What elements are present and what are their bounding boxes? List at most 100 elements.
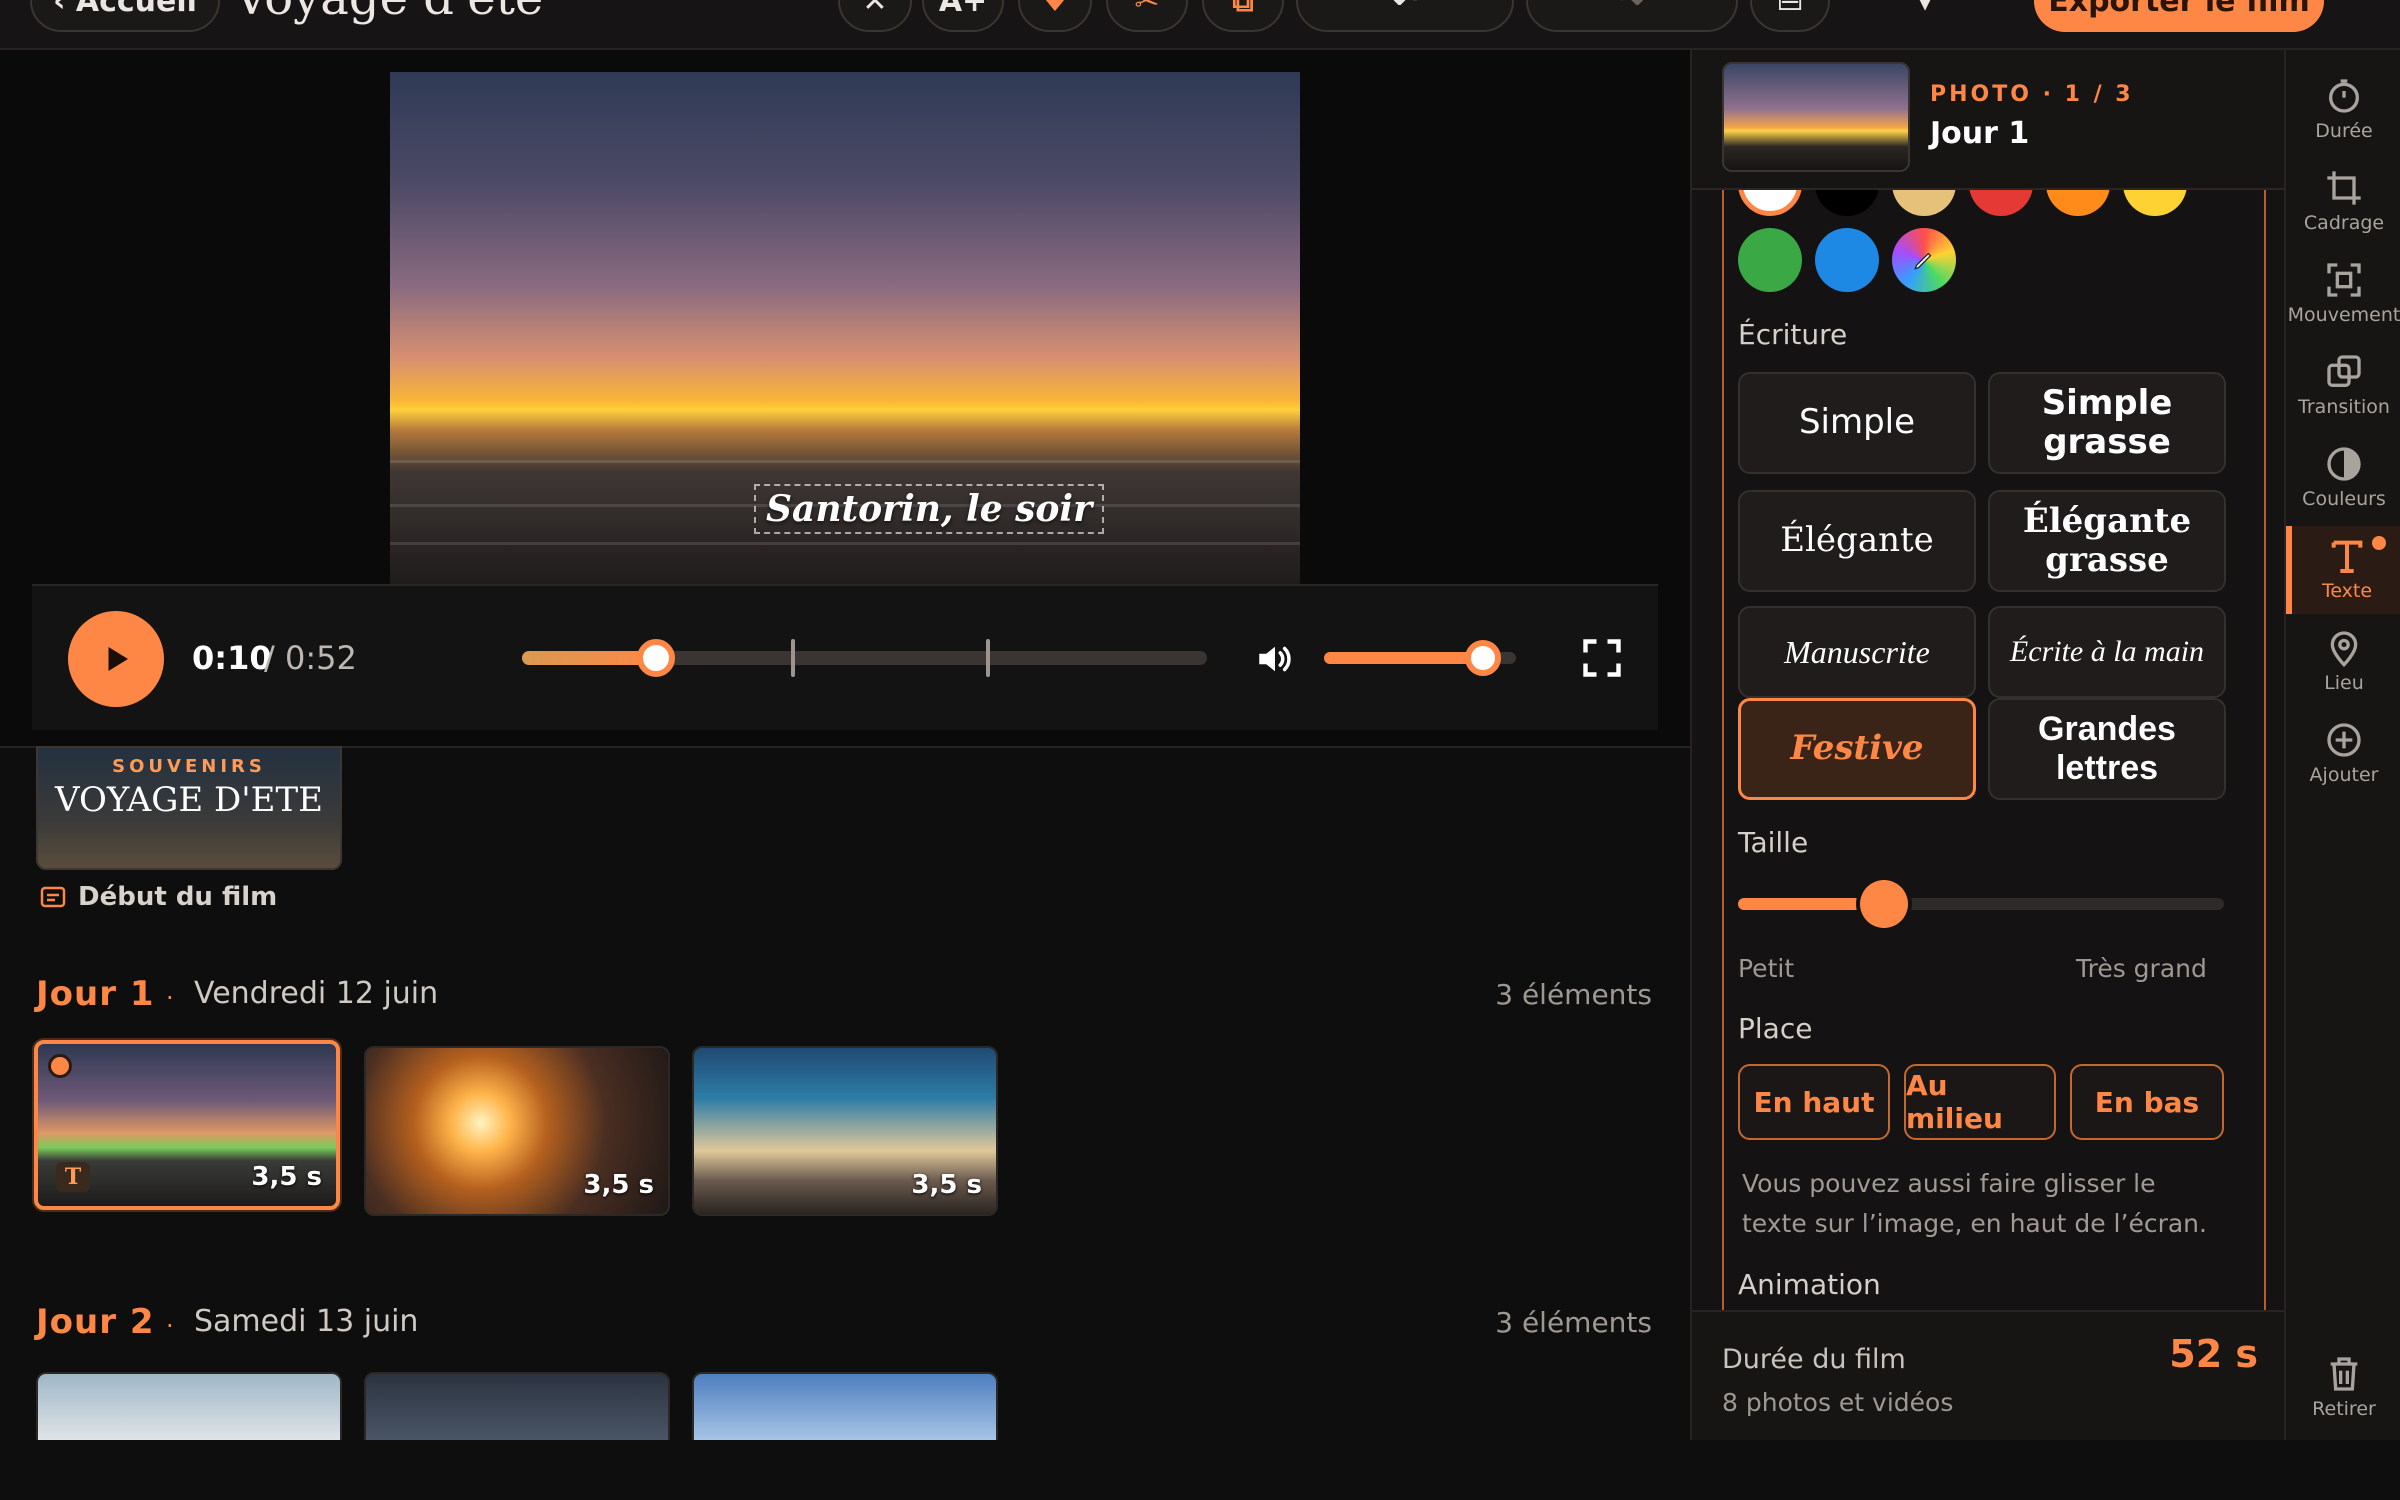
- play-icon: [108, 647, 128, 671]
- place-bottom-button[interactable]: En bas: [2070, 1064, 2224, 1140]
- font-handwritten[interactable]: Écrite à la main: [1988, 606, 2226, 698]
- project-title: Voyage d'été: [234, 0, 543, 26]
- map-pin-icon: [2330, 631, 2358, 668]
- copy-icon[interactable]: ⧉: [1202, 0, 1284, 32]
- video-stage: Santorin, le soir: [32, 72, 1658, 584]
- rail-location[interactable]: Lieu: [2286, 618, 2400, 706]
- contrast-icon: [2327, 447, 2361, 481]
- volume-icon[interactable]: [1254, 638, 1296, 680]
- progress-bar[interactable]: [522, 639, 1207, 677]
- day-header-2: Jour 2 · Samedi 13 juin 3 éléments: [36, 1302, 1652, 1350]
- scene-marker: [986, 639, 991, 677]
- day-date: Vendredi 12 juin: [194, 976, 439, 1011]
- color-swatch-black[interactable]: [1815, 190, 1879, 216]
- color-swatch-yellow[interactable]: [2123, 190, 2187, 216]
- font-simple[interactable]: Simple: [1738, 372, 1976, 474]
- place-label: Place: [1738, 1012, 1813, 1045]
- text-icon: [2331, 540, 2363, 573]
- preview-area: Santorin, le soir 0:10 / 0:52: [0, 50, 1690, 748]
- rail-add[interactable]: Ajouter: [2286, 710, 2400, 798]
- rail-crop[interactable]: Cadrage: [2286, 158, 2400, 246]
- top-bar: ‹ Accueil Voyage d'été ✕ A+ ♥ ✂ ⧉ ↶ ↷ 🗎 …: [0, 0, 2400, 50]
- font-elegant-bold[interactable]: Élégante grasse: [1988, 490, 2226, 592]
- rail-remove[interactable]: Retirer: [2286, 1344, 2400, 1432]
- media-thumb[interactable]: [36, 1372, 342, 1440]
- media-thumb-selected[interactable]: T 3,5 s: [34, 1040, 340, 1210]
- color-swatch-green[interactable]: [1738, 228, 1802, 292]
- rail-label: Cadrage: [2303, 212, 2385, 234]
- animation-label: Animation: [1738, 1268, 1881, 1301]
- plus-circle-icon: [2327, 723, 2361, 757]
- place-middle-button[interactable]: Au milieu: [1904, 1064, 2056, 1140]
- size-handle[interactable]: [1859, 880, 1908, 928]
- color-swatch-orange[interactable]: [2046, 190, 2110, 216]
- volume-handle[interactable]: [1465, 640, 1502, 676]
- title-card-icon: [40, 886, 66, 908]
- undo-icon[interactable]: ✕: [838, 0, 912, 32]
- layers-icon: [2327, 355, 2361, 387]
- font-manuscript[interactable]: Manuscrite: [1738, 606, 1976, 698]
- redo-button[interactable]: ↷: [1526, 0, 1738, 32]
- color-swatch-sand[interactable]: [1892, 190, 1956, 216]
- media-thumb[interactable]: 3,5 s: [692, 1046, 998, 1216]
- day-count: 3 éléments: [1495, 978, 1652, 1011]
- custom-color-button[interactable]: [1892, 228, 1956, 292]
- intro-title: VOYAGE D'ETE: [55, 780, 323, 820]
- volume-fill: [1324, 652, 1484, 664]
- export-button[interactable]: Exporter le film: [2034, 0, 2324, 32]
- media-thumb[interactable]: 3,5 s: [364, 1046, 670, 1216]
- rail-colors[interactable]: Couleurs: [2286, 434, 2400, 522]
- rail-movement[interactable]: Mouvement: [2286, 250, 2400, 338]
- color-swatch-white[interactable]: [1738, 190, 1802, 216]
- bottom-strip: [0, 1440, 2400, 1500]
- color-swatch-red[interactable]: [1969, 190, 2033, 216]
- day-name: Jour 2: [36, 1302, 155, 1342]
- media-thumb[interactable]: [692, 1372, 998, 1440]
- time-total: / 0:52: [264, 639, 357, 677]
- rail-label: Transition: [2298, 396, 2390, 418]
- play-button[interactable]: [68, 611, 164, 707]
- rail-label: Retirer: [2312, 1398, 2376, 1420]
- color-swatch-blue[interactable]: [1815, 228, 1879, 292]
- rail-text[interactable]: Texte: [2286, 526, 2400, 614]
- intro-card[interactable]: SOUVENIRS VOYAGE D'ETE: [36, 746, 342, 870]
- progress-handle[interactable]: [636, 639, 675, 677]
- scissors-icon[interactable]: ✂: [1106, 0, 1188, 32]
- day-header-1: Jour 1 · Vendredi 12 juin 3 éléments: [36, 974, 1652, 1022]
- caption-overlay[interactable]: Santorin, le soir: [754, 484, 1105, 534]
- rail-transition[interactable]: Transition: [2286, 342, 2400, 430]
- media-thumb[interactable]: [364, 1372, 670, 1440]
- font-elegant[interactable]: Élégante: [1738, 490, 1976, 592]
- size-slider[interactable]: [1738, 880, 2224, 928]
- font-festive[interactable]: Festive: [1738, 698, 1976, 800]
- font-simple-bold[interactable]: Simple grasse: [1988, 372, 2226, 474]
- place-top-button[interactable]: En haut: [1738, 1064, 1890, 1140]
- rail-duration[interactable]: Durée: [2286, 66, 2400, 154]
- tool-rail: Durée Cadrage Mouvement Transition Coule…: [2284, 50, 2400, 1440]
- text-size-icon[interactable]: A+: [922, 0, 1004, 32]
- video-player: Santorin, le soir 0:10 / 0:52: [32, 72, 1658, 730]
- text-panel: PHOTO · 1 / 3 Jour 1 Écriture Simple Sim…: [1690, 50, 2286, 1440]
- size-max-label: Très grand: [2076, 954, 2207, 983]
- drag-hint: Vous pouvez aussi faire glisser le texte…: [1742, 1169, 2207, 1238]
- focus-icon: [2327, 263, 2361, 297]
- fullscreen-icon[interactable]: [1580, 636, 1624, 680]
- photo-title: Jour 1: [1930, 116, 2030, 151]
- font-big-letters[interactable]: Grandes lettres: [1988, 698, 2226, 800]
- undo-button[interactable]: ↶: [1296, 0, 1514, 32]
- panel-body: Écriture Simple Simple grasse Élégante É…: [1722, 190, 2266, 1310]
- favorite-icon[interactable]: ♥: [1018, 0, 1092, 32]
- day-separator: ·: [166, 984, 174, 1012]
- rail-label: Ajouter: [2309, 764, 2379, 786]
- trash-icon: [2330, 1357, 2358, 1391]
- panel-header: PHOTO · 1 / 3 Jour 1: [1692, 50, 2286, 190]
- pencil-icon: [1914, 252, 1932, 270]
- film-media-count: 8 photos et vidéos: [1722, 1388, 1954, 1417]
- volume-slider[interactable]: [1324, 640, 1516, 676]
- back-button[interactable]: ‹ Accueil: [30, 0, 220, 32]
- thumb-duration: 3,5 s: [251, 1162, 322, 1192]
- save-status[interactable]: ▾: [1840, 0, 2010, 32]
- writing-label: Écriture: [1738, 318, 1848, 351]
- day-count: 3 éléments: [1495, 1306, 1652, 1339]
- progress-fill: [522, 651, 656, 665]
